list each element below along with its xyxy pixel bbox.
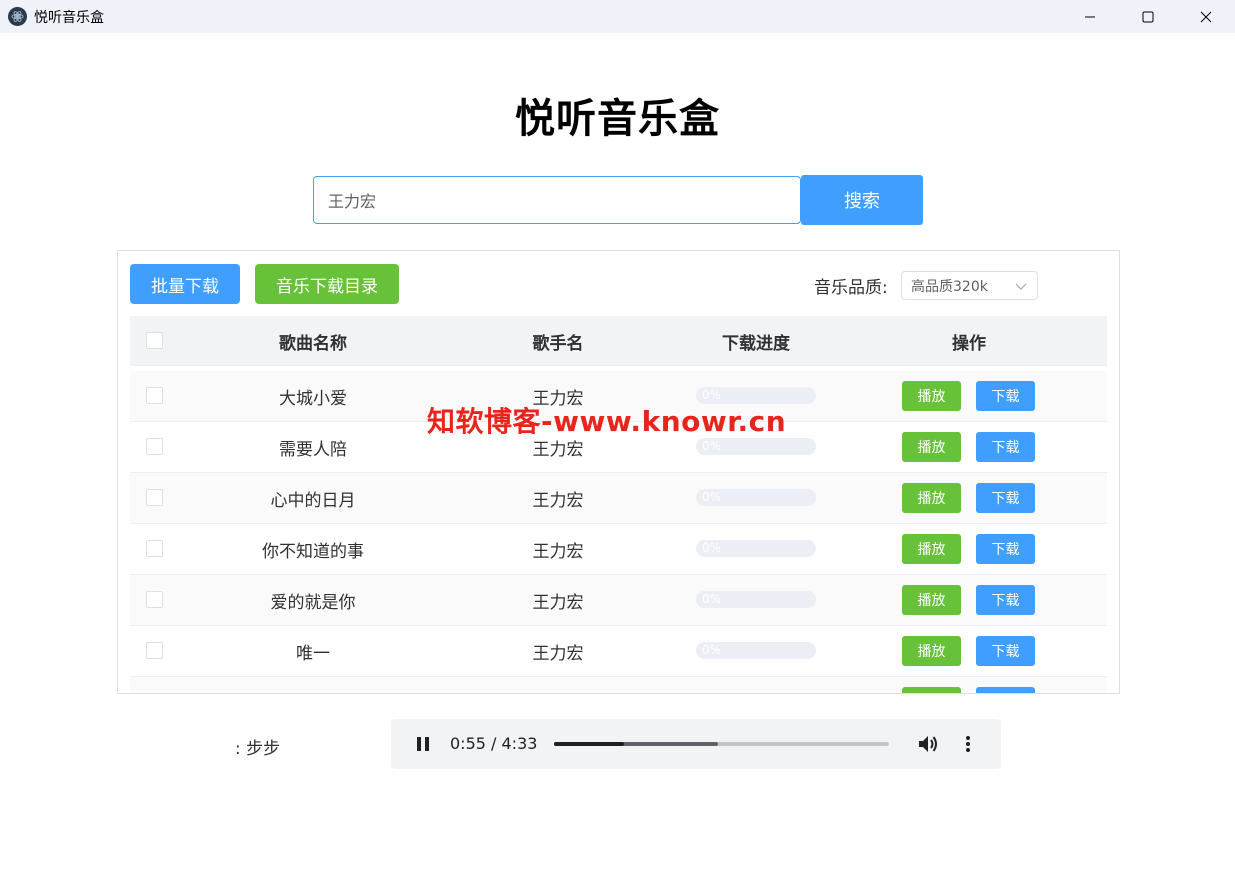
select-all-checkbox[interactable]: [146, 332, 163, 349]
artist-name: 王力宏: [532, 439, 584, 460]
maximize-button[interactable]: [1119, 0, 1177, 33]
download-progress-bar: 0%: [696, 438, 816, 455]
artist-name: 王力宏: [532, 388, 584, 409]
download-button[interactable]: 下载: [976, 534, 1035, 564]
table-row: 唯一 王力宏 0% 播放 下载: [130, 626, 1107, 677]
download-progress-bar: 0%: [696, 387, 816, 404]
search-input-value: 王力宏: [328, 192, 377, 211]
download-button[interactable]: 下载: [976, 636, 1035, 666]
column-header-actions: 操作: [952, 333, 986, 354]
chevron-down-icon: [1015, 283, 1027, 290]
song-name: 你不知道的事: [262, 541, 364, 562]
download-button[interactable]: 下载: [976, 381, 1035, 411]
download-button[interactable]: 下载: [976, 432, 1035, 462]
artist-name: 王力宏: [532, 592, 584, 613]
app-icon: [8, 7, 27, 26]
column-header-artist: 歌手名: [532, 333, 584, 354]
maximize-icon: [1142, 11, 1154, 22]
download-progress-text: 0%: [702, 388, 722, 402]
download-progress-text: 0%: [702, 643, 722, 657]
window-title: 悦听音乐盒: [34, 10, 104, 26]
now-playing-label: : 步步: [235, 739, 281, 759]
row-checkbox[interactable]: [146, 438, 163, 455]
download-progress-text: 0%: [702, 592, 722, 606]
column-header-name: 歌曲名称: [279, 333, 347, 354]
download-progress-text: 0%: [702, 439, 722, 453]
row-checkbox[interactable]: [146, 489, 163, 506]
download-progress-text: 0%: [702, 541, 722, 555]
close-button[interactable]: [1177, 0, 1235, 33]
download-progress-bar: 0%: [696, 489, 816, 506]
table-header: 歌曲名称 歌手名 下载进度 操作: [130, 316, 1107, 366]
table-row: 需要人陪 王力宏 0% 播放 下载: [130, 422, 1107, 473]
song-name: 唯一: [296, 643, 330, 664]
column-header-progress: 下载进度: [722, 333, 790, 354]
artist-name: 王力宏: [532, 490, 584, 511]
play-button[interactable]: 播放: [902, 534, 961, 564]
song-name: 需要人陪: [279, 439, 347, 460]
artist-name: 王力宏: [532, 541, 584, 562]
player-played-bar: [554, 742, 625, 746]
table-row-partial: 播放 下载: [130, 677, 1107, 693]
artist-name: 王力宏: [532, 643, 584, 664]
table-row: 心中的日月 王力宏 0% 播放 下载: [130, 473, 1107, 524]
pause-icon[interactable]: [415, 736, 431, 752]
volume-icon[interactable]: [917, 734, 939, 754]
audio-player: 0:55 / 4:33: [391, 719, 1001, 769]
page-title: 悦听音乐盒: [515, 96, 720, 142]
download-progress-bar: 0%: [696, 642, 816, 659]
close-icon: [1200, 11, 1212, 22]
play-button[interactable]: 播放: [902, 636, 961, 666]
table-row: 你不知道的事 王力宏 0% 播放 下载: [130, 524, 1107, 575]
quality-select-value: 高品质320k: [911, 278, 988, 295]
more-options-icon[interactable]: [961, 734, 975, 754]
row-checkbox[interactable]: [146, 642, 163, 659]
search-input[interactable]: 王力宏: [313, 176, 801, 224]
download-progress-bar: 0%: [696, 540, 816, 557]
song-name: 心中的日月: [270, 490, 356, 511]
batch-download-button[interactable]: 批量下载: [130, 264, 240, 304]
minimize-button[interactable]: [1061, 0, 1119, 33]
window-titlebar: 悦听音乐盒: [0, 0, 1235, 33]
download-button[interactable]: 下载: [976, 585, 1035, 615]
music-directory-button[interactable]: 音乐下载目录: [255, 264, 399, 304]
song-name: 大城小爱: [279, 388, 347, 409]
download-progress-bar: 0%: [696, 591, 816, 608]
player-seek-bar[interactable]: [554, 742, 889, 746]
play-button[interactable]: 播放: [902, 381, 961, 411]
song-name: 爱的就是你: [270, 592, 356, 613]
download-button[interactable]: 下载: [976, 483, 1035, 513]
row-checkbox[interactable]: [146, 387, 163, 404]
download-button[interactable]: 下载: [976, 687, 1035, 693]
play-button[interactable]: 播放: [902, 687, 961, 693]
play-button[interactable]: 播放: [902, 585, 961, 615]
minimize-icon: [1085, 16, 1095, 17]
table-row: 大城小爱 王力宏 0% 播放 下载: [130, 371, 1107, 422]
play-button[interactable]: 播放: [902, 483, 961, 513]
play-button[interactable]: 播放: [902, 432, 961, 462]
row-checkbox[interactable]: [146, 540, 163, 557]
quality-select[interactable]: 高品质320k: [901, 271, 1038, 300]
quality-label: 音乐品质:: [814, 278, 888, 298]
download-progress-text: 0%: [702, 490, 722, 504]
song-panel: 批量下载 音乐下载目录 音乐品质: 高品质320k 歌曲名称 歌手名 下载进度 …: [117, 250, 1120, 694]
player-time: 0:55 / 4:33: [450, 734, 538, 753]
search-button[interactable]: 搜索: [801, 175, 923, 225]
table-row: 爱的就是你 王力宏 0% 播放 下载: [130, 575, 1107, 626]
row-checkbox[interactable]: [146, 591, 163, 608]
